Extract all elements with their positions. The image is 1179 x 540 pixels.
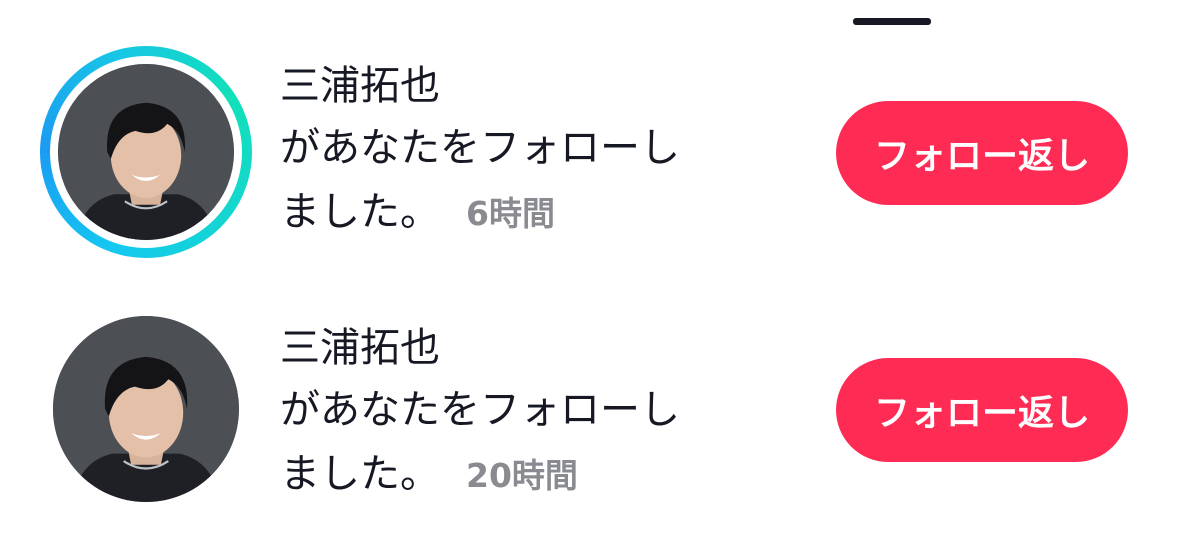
notification-text: 三浦拓也 があなたをフォローし ました。 6時間: [280, 56, 780, 244]
notification-item[interactable]: 三浦拓也 があなたをフォローし ました。 6時間 フォロー返し: [0, 0, 1179, 258]
timestamp: 20時間: [466, 456, 578, 495]
message-line-2: ました。 20時間: [280, 442, 780, 506]
username[interactable]: 三浦拓也: [280, 318, 780, 378]
avatar-photo-icon: [53, 316, 239, 502]
message-line-2-text: ました。: [280, 451, 440, 497]
avatar-wrap[interactable]: [53, 316, 239, 502]
timestamp: 6時間: [466, 194, 555, 233]
message-line-1: があなたをフォローし: [280, 387, 680, 433]
notifications-page: 三浦拓也 があなたをフォローし ました。 6時間 フォロー返し 三浦拓也 があな…: [0, 0, 1179, 540]
message-line-2-text: ました。: [280, 189, 440, 235]
message-line-1: があなたをフォローし: [280, 125, 680, 171]
message-line-2: ました。 6時間: [280, 180, 780, 244]
avatar-photo-icon: [58, 64, 234, 240]
avatar[interactable]: [58, 64, 234, 240]
username[interactable]: 三浦拓也: [280, 56, 780, 116]
avatar[interactable]: [53, 316, 239, 502]
notification-item[interactable]: 三浦拓也 があなたをフォローし ました。 20時間 フォロー返し: [0, 270, 1179, 520]
follow-back-button[interactable]: フォロー返し: [836, 358, 1128, 462]
follow-back-button[interactable]: フォロー返し: [836, 101, 1128, 205]
avatar-story-ring[interactable]: [40, 46, 252, 258]
notification-text: 三浦拓也 があなたをフォローし ました。 20時間: [280, 318, 780, 506]
